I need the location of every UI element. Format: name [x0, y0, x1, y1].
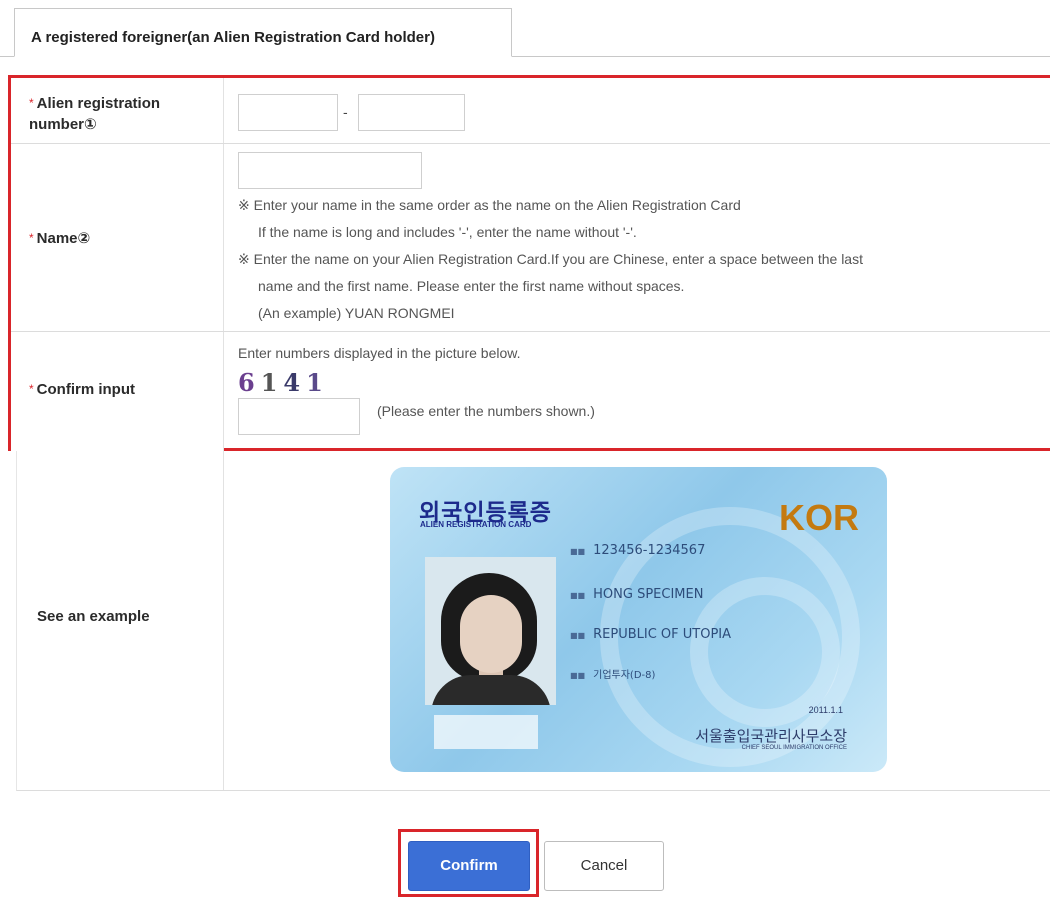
- name-row: * Name② ※ Enter your name in the same ord…: [11, 144, 1050, 332]
- confirm-input-label-text: Confirm input: [36, 381, 135, 398]
- name-input[interactable]: [238, 152, 422, 189]
- alien-number-label-text: Alien registration number①: [29, 95, 161, 133]
- captcha-digit: 6: [238, 368, 261, 397]
- name-note-4: name and the first name. Please enter th…: [258, 278, 685, 294]
- alien-number-back-input[interactable]: [358, 94, 465, 131]
- card-photo: [425, 557, 556, 705]
- tab-registered-foreigner[interactable]: A registered foreigner(an Alien Registra…: [14, 8, 512, 57]
- card-name-value: HONG SPECIMEN: [593, 587, 704, 602]
- photo-face: [460, 595, 522, 673]
- captcha-hint: (Please enter the numbers shown.): [377, 403, 595, 419]
- card-nationality-value: REPUBLIC OF UTOPIA: [593, 627, 732, 642]
- confirm-input-field-cell: Enter numbers displayed in the picture b…: [224, 332, 1050, 451]
- card-status: ■■ 기업투자(D-8): [570, 670, 656, 681]
- captcha-digit: 1: [306, 368, 329, 397]
- card-country-code: KOR: [779, 497, 859, 538]
- alien-number-field-cell: -: [224, 78, 1050, 143]
- name-note-5: (An example) YUAN RONGMEI: [258, 305, 455, 321]
- name-instructions: ※ Enter your name in the same order as t…: [238, 192, 863, 327]
- required-mark: *: [29, 382, 34, 396]
- alien-number-front-input[interactable]: [238, 94, 338, 131]
- confirm-input-label-cell: * Confirm input: [11, 332, 224, 451]
- alien-number-label-cell: * Alien registration number①: [11, 78, 224, 143]
- example-row: See an example 외국인등록증 ALIEN REGISTRATION…: [16, 451, 1050, 791]
- card-name: ■■ HONG SPECIMEN: [570, 587, 704, 602]
- photo-body: [431, 675, 551, 705]
- captcha-image: 6141: [238, 368, 329, 397]
- example-label: See an example: [37, 608, 150, 625]
- captcha-digit: 1: [260, 368, 284, 397]
- card-status-value: 기업투자(D-8): [593, 670, 656, 681]
- required-mark: *: [29, 231, 34, 245]
- name-label-cell: * Name②: [11, 144, 224, 331]
- card-issuing-office: 서울출입국관리사무소장: [695, 727, 847, 745]
- cancel-button[interactable]: Cancel: [544, 841, 664, 891]
- alien-number-label: * Alien registration number①: [29, 93, 209, 135]
- name-note-2: If the name is long and includes '-', en…: [258, 224, 637, 240]
- card-issuing-office-english: CHIEF SEOUL IMMIGRATION OFFICE: [741, 745, 847, 751]
- card-number-value: 123456-1234567: [593, 543, 706, 558]
- example-label-cell: See an example: [17, 451, 224, 790]
- card-title-english: ALIEN REGISTRATION CARD: [420, 520, 532, 529]
- captcha-instruction: Enter numbers displayed in the picture b…: [238, 345, 521, 361]
- name-field-cell: ※ Enter your name in the same order as t…: [224, 144, 1050, 331]
- confirm-button[interactable]: Confirm: [408, 841, 530, 891]
- confirm-input-row: * Confirm input Enter numbers displayed i…: [11, 332, 1050, 451]
- name-label-text: Name②: [36, 230, 91, 247]
- confirm-input-label: * Confirm input: [29, 379, 135, 400]
- alien-registration-card-example: 외국인등록증 ALIEN REGISTRATION CARD KOR ■■ 123…: [390, 467, 887, 772]
- name-note-3: ※ Enter the name on your Alien Registrat…: [238, 251, 863, 267]
- identity-form: * Alien registration number① - * Name② ※ E…: [8, 75, 1050, 451]
- captcha-input[interactable]: [238, 398, 360, 435]
- card-signature-box: [434, 715, 538, 749]
- card-nationality: ■■ REPUBLIC OF UTOPIA: [570, 627, 732, 642]
- name-label: * Name②: [29, 228, 90, 249]
- captcha-digit: 4: [283, 368, 307, 397]
- card-issue-date: 2011.1.1: [808, 705, 843, 715]
- name-note-1: ※ Enter your name in the same order as t…: [238, 197, 741, 213]
- alien-number-row: * Alien registration number① -: [11, 78, 1050, 144]
- tab-bar: A registered foreigner(an Alien Registra…: [0, 0, 1050, 57]
- alien-number-separator: -: [343, 104, 348, 120]
- required-mark: *: [29, 96, 34, 110]
- card-number: ■■ 123456-1234567: [570, 543, 706, 558]
